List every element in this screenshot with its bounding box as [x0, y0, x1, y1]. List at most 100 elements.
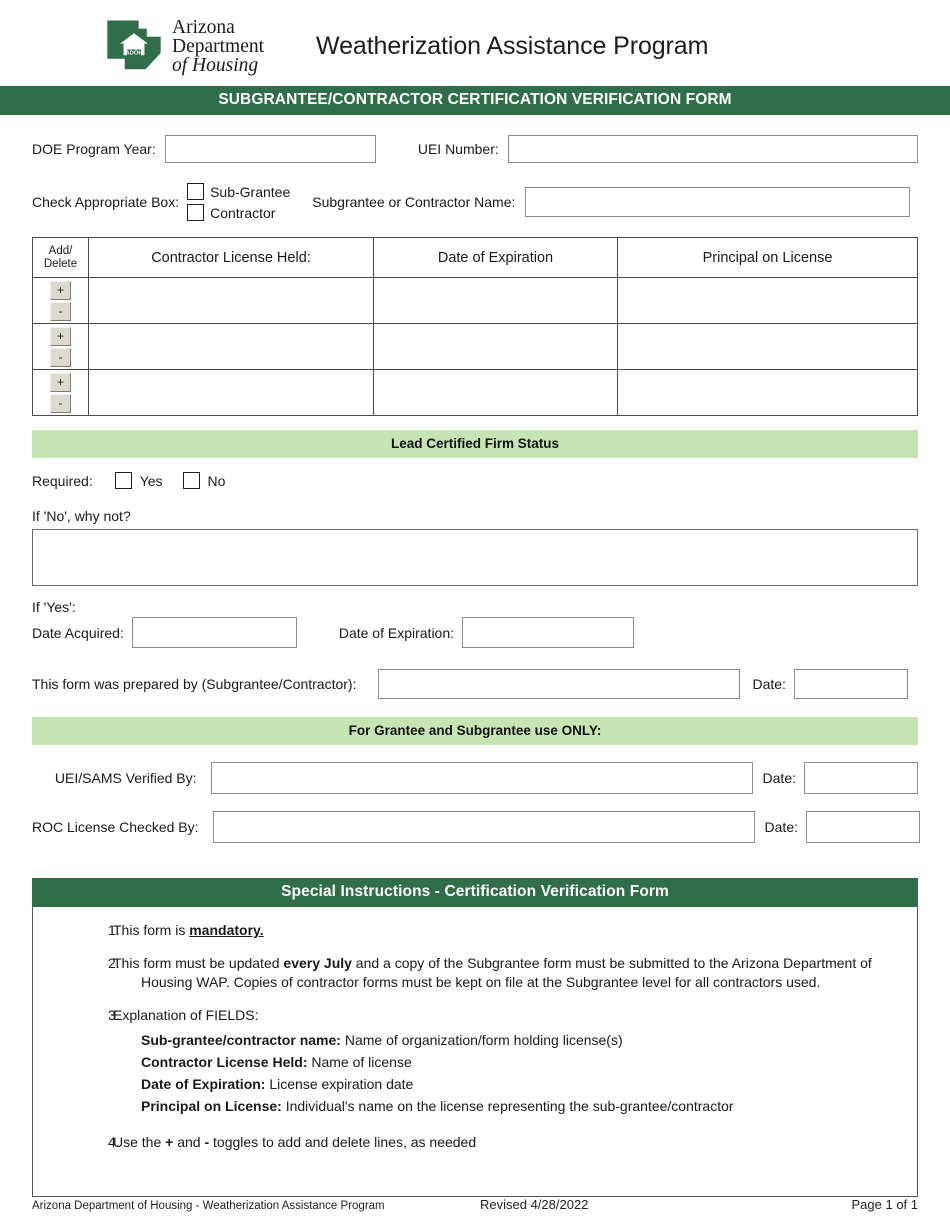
entity-name-input[interactable]	[525, 187, 911, 217]
delete-row-button[interactable]: -	[50, 301, 71, 321]
add-row-button[interactable]: +	[50, 372, 71, 392]
field-explanation-item: Date of Expiration: License expiration d…	[141, 1075, 895, 1094]
svg-text:ADOH: ADOH	[125, 51, 142, 57]
contractor-label: Contractor	[210, 204, 276, 221]
field-explanation-item: Sub-grantee/contractor name: Name of org…	[141, 1031, 895, 1050]
instruction-2-bold: every July	[283, 955, 352, 971]
instruction-4-text: Use the + and - toggles to add and delet…	[113, 1133, 895, 1152]
expiration-cell[interactable]	[373, 277, 618, 324]
sub-grantee-checkbox-row[interactable]: Sub-Grantee	[187, 183, 290, 200]
page-footer: Arizona Department of Housing - Weatheri…	[0, 1197, 950, 1212]
prepared-date-input[interactable]	[793, 669, 908, 699]
table-row: + -	[32, 323, 918, 370]
roc-date-label: Date:	[764, 819, 798, 835]
table-row: + -	[32, 369, 918, 416]
expiration-cell[interactable]	[373, 323, 618, 370]
if-no-reason-textarea[interactable]	[32, 529, 918, 586]
delete-row-button[interactable]: -	[50, 347, 71, 367]
add-delete-cell: + -	[32, 323, 89, 370]
check-appropriate-box-label: Check Appropriate Box:	[32, 194, 180, 210]
lead-yes-checkbox[interactable]	[114, 472, 132, 489]
field-explanation-item: Principal on License: Individual's name …	[141, 1097, 895, 1116]
page-header: ADOH Arizona Department of Housing Weath…	[0, 0, 950, 86]
uei-sams-date-input[interactable]	[804, 762, 918, 794]
sub-grantee-checkbox[interactable]	[187, 183, 205, 200]
required-label: Required:	[32, 472, 93, 489]
field-explanation-item: Contractor License Held: Name of license	[141, 1053, 895, 1072]
add-delete-cell: + -	[32, 277, 89, 324]
instruction-item-2: 2. This form must be updated every July …	[55, 954, 895, 992]
instruction-3-text: Explanation of FIELDS: Sub-grantee/contr…	[113, 1006, 895, 1119]
instruction-2-part2: and a copy of the Subgrantee form must b…	[351, 955, 872, 971]
field-name-date-of-expiration: Date of Expiration:	[141, 1076, 266, 1092]
license-table-body: + - + - + -	[32, 277, 918, 416]
contractor-checkbox[interactable]	[187, 204, 205, 221]
uei-number-input[interactable]	[507, 135, 918, 163]
lead-no-checkbox[interactable]	[182, 472, 200, 489]
date-acquired-input[interactable]	[131, 617, 297, 648]
doe-program-year-input[interactable]	[164, 135, 376, 163]
arizona-house-logo-icon: ADOH	[105, 17, 163, 75]
logo-line-1: Arizona	[172, 16, 235, 38]
grantee-use-bar: For Grantee and Subgrantee use ONLY:	[32, 717, 918, 745]
special-instructions-bar: Special Instructions - Certification Ver…	[32, 878, 918, 907]
add-row-button[interactable]: +	[50, 326, 71, 346]
uei-sams-verified-input[interactable]	[210, 762, 753, 794]
field-name-sub-grantee-contractor-name: Sub-grantee/contractor name:	[141, 1032, 341, 1048]
contractor-license-table: Add/ Delete Contractor License Held: Dat…	[32, 237, 918, 416]
instruction-4-prefix: Use the	[113, 1134, 166, 1150]
instruction-1-prefix: This form is	[113, 922, 190, 938]
fields-explanation-list: Sub-grantee/contractor name: Name of org…	[113, 1031, 895, 1116]
sub-grantee-label: Sub-Grantee	[210, 183, 291, 200]
roc-license-row: ROC License Checked By: Date:	[32, 811, 920, 843]
add-row-button[interactable]: +	[50, 280, 71, 300]
roc-date-input[interactable]	[806, 811, 920, 843]
instruction-2-part3: Housing WAP. Copies of contractor forms …	[141, 974, 821, 990]
program-year-row: DOE Program Year: UEI Number:	[32, 135, 918, 163]
col-header-date-of-expiration: Date of Expiration	[373, 237, 618, 278]
contractor-checkbox-row[interactable]: Contractor	[187, 204, 290, 221]
principal-cell[interactable]	[617, 369, 918, 416]
date-acquired-label: Date Acquired:	[32, 624, 124, 641]
lead-no-label: No	[207, 472, 226, 489]
special-instructions-section: Special Instructions - Certification Ver…	[32, 878, 918, 1197]
instruction-2-part1: This form must be updated	[113, 955, 284, 971]
instruction-item-3: 3. Explanation of FIELDS: Sub-grantee/co…	[55, 1006, 895, 1119]
form-title-bar: SUBGRANTEE/CONTRACTOR CERTIFICATION VERI…	[0, 86, 950, 115]
lead-required-row: Required: Yes No	[32, 472, 918, 489]
if-yes-label: If 'Yes':	[32, 599, 76, 615]
lead-date-expiration-label: Date of Expiration:	[338, 624, 455, 641]
add-delete-buttons: + -	[33, 326, 88, 367]
prepared-by-input[interactable]	[378, 669, 741, 699]
license-cell[interactable]	[88, 323, 374, 370]
roc-license-checked-input[interactable]	[212, 811, 755, 843]
add-delete-line1: Add/	[48, 244, 73, 257]
page-title: Weatherization Assistance Program	[316, 31, 709, 60]
if-no-label: If 'No', why not?	[32, 508, 131, 524]
principal-cell[interactable]	[617, 277, 918, 324]
license-cell[interactable]	[88, 277, 374, 324]
license-cell[interactable]	[88, 369, 374, 416]
col-header-principal-on-license: Principal on License	[617, 237, 918, 278]
uei-number-label: UEI Number:	[417, 141, 499, 157]
instruction-1-number: 1.	[108, 922, 120, 938]
footer-revision-date: Revised 4/28/2022	[480, 1197, 589, 1212]
logo-line-3: of Housing	[172, 54, 259, 76]
adoh-logo-text: Arizona Department of Housing	[172, 16, 264, 76]
footer-left-text: Arizona Department of Housing - Weatheri…	[32, 1200, 385, 1212]
instruction-1-bold: mandatory.	[189, 922, 264, 938]
add-delete-cell: + -	[32, 369, 89, 416]
delete-row-button[interactable]: -	[50, 393, 71, 413]
lead-date-expiration-input[interactable]	[462, 617, 635, 648]
field-desc-sub-grantee-contractor-name: Name of organization/form holding licens…	[344, 1032, 623, 1048]
lead-status-bar: Lead Certified Firm Status	[32, 430, 918, 458]
instruction-2-text: This form must be updated every July and…	[113, 954, 895, 992]
instruction-3-title: Explanation of FIELDS:	[113, 1007, 259, 1023]
col-header-contractor-license: Contractor License Held:	[88, 237, 374, 278]
field-desc-principal-on-license: Individual's name on the license represe…	[285, 1098, 734, 1114]
table-header-row: Add/ Delete Contractor License Held: Dat…	[32, 237, 918, 278]
add-delete-line2: Delete	[43, 257, 78, 270]
principal-cell[interactable]	[617, 323, 918, 370]
expiration-cell[interactable]	[373, 369, 618, 416]
instruction-4-middle: and	[173, 1134, 205, 1150]
